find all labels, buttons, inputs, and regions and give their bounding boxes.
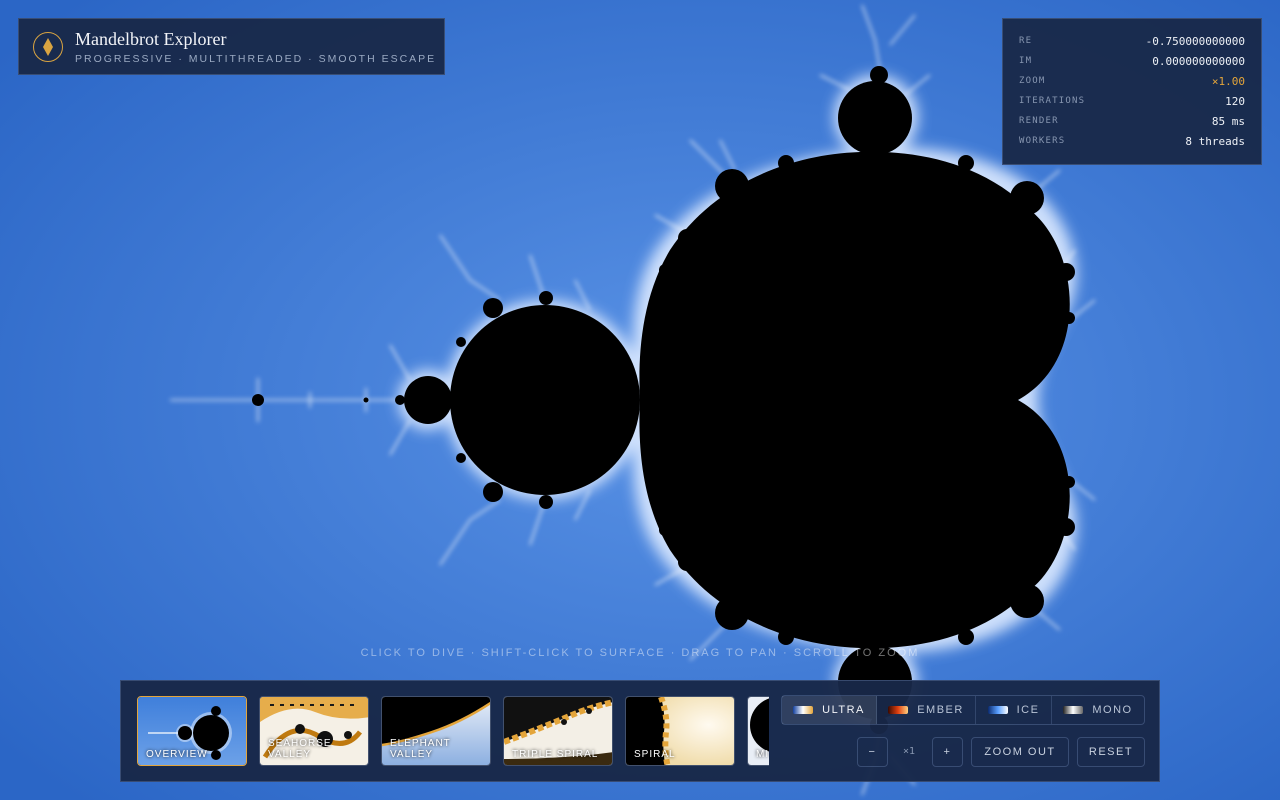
zoom-out-button[interactable]: ZOOM OUT — [971, 737, 1069, 767]
title-panel: Mandelbrot Explorer PROGRESSIVE · MULTIT… — [18, 18, 445, 75]
zoom-level-indicator: ×1 — [903, 746, 916, 757]
re-label: RE — [1019, 36, 1033, 46]
reset-button[interactable]: RESET — [1077, 737, 1145, 767]
stat-row-iterations: ITERATIONS 120 — [1019, 91, 1245, 111]
zoom-label: ZOOM — [1019, 76, 1046, 86]
palette-mono[interactable]: MONO — [1052, 696, 1144, 724]
palette-swatch — [987, 706, 1008, 714]
app-title: Mandelbrot Explorer — [75, 28, 227, 49]
palette-label: ICE — [1016, 704, 1040, 716]
preset-seahorse-valley[interactable]: SEAHORSE VALLEY — [259, 696, 369, 766]
palette-swatch — [888, 706, 909, 714]
preset-partial[interactable]: MI — [747, 696, 769, 766]
im-value: 0.000000000000 — [1152, 54, 1245, 68]
zoom-value: ×1.00 — [1211, 74, 1245, 88]
preset-overview[interactable]: OVERVIEW — [137, 696, 247, 766]
preset-triple-spiral[interactable]: TRIPLE SPIRAL — [503, 696, 613, 766]
palette-label: EMBER — [917, 704, 964, 716]
stat-row-re: RE -0.750000000000 — [1019, 31, 1245, 51]
palette-selector: ULTRA EMBER ICE MONO — [781, 695, 1145, 725]
preset-label: OVERVIEW — [146, 749, 208, 760]
palette-ice[interactable]: ICE — [976, 696, 1052, 724]
palette-label: MONO — [1092, 704, 1133, 716]
stat-row-im: IM 0.000000000000 — [1019, 51, 1245, 71]
iterations-label: ITERATIONS — [1019, 96, 1086, 106]
workers-value: 8 threads — [1185, 134, 1245, 148]
stat-row-render: RENDER 85 ms — [1019, 111, 1245, 131]
preset-strip[interactable]: OVERVIEW SEAHORSE VALLEY ELEPHANT VALLEY… — [137, 695, 769, 767]
compass-diamond-icon — [33, 31, 63, 62]
palette-ultra[interactable]: ULTRA — [782, 696, 877, 724]
palette-label: ULTRA — [822, 704, 865, 716]
preset-label: TRIPLE SPIRAL — [512, 749, 599, 760]
render-label: RENDER — [1019, 116, 1059, 126]
zoom-plus-button[interactable]: + — [932, 737, 963, 767]
zoom-minus-button[interactable]: − — [857, 737, 888, 767]
stat-row-workers: WORKERS 8 threads — [1019, 131, 1245, 151]
render-value: 85 ms — [1211, 114, 1245, 128]
preset-label: ELEPHANT VALLEY — [390, 738, 451, 760]
palette-swatch — [1063, 706, 1084, 714]
iterations-value: 120 — [1225, 94, 1245, 108]
app-subtitle: PROGRESSIVE · MULTITHREADED · SMOOTH ESC… — [75, 52, 437, 65]
preset-elephant-valley[interactable]: ELEPHANT VALLEY — [381, 696, 491, 766]
palette-swatch — [793, 706, 814, 714]
palette-ember[interactable]: EMBER — [877, 696, 976, 724]
workers-label: WORKERS — [1019, 136, 1066, 146]
preset-label: SEAHORSE VALLEY — [268, 738, 332, 760]
bottom-toolbar: OVERVIEW SEAHORSE VALLEY ELEPHANT VALLEY… — [120, 680, 1160, 782]
coordinates-panel: RE -0.750000000000 IM 0.000000000000 ZOO… — [1002, 18, 1262, 165]
preset-spiral[interactable]: SPIRAL — [625, 696, 735, 766]
re-value: -0.750000000000 — [1145, 34, 1245, 48]
preset-label: SPIRAL — [634, 749, 676, 760]
preset-label: MI — [756, 749, 769, 760]
im-label: IM — [1019, 56, 1033, 66]
stat-row-zoom: ZOOM ×1.00 — [1019, 71, 1245, 91]
interaction-hint: CLICK TO DIVE · SHIFT-CLICK TO SURFACE ·… — [360, 647, 920, 659]
